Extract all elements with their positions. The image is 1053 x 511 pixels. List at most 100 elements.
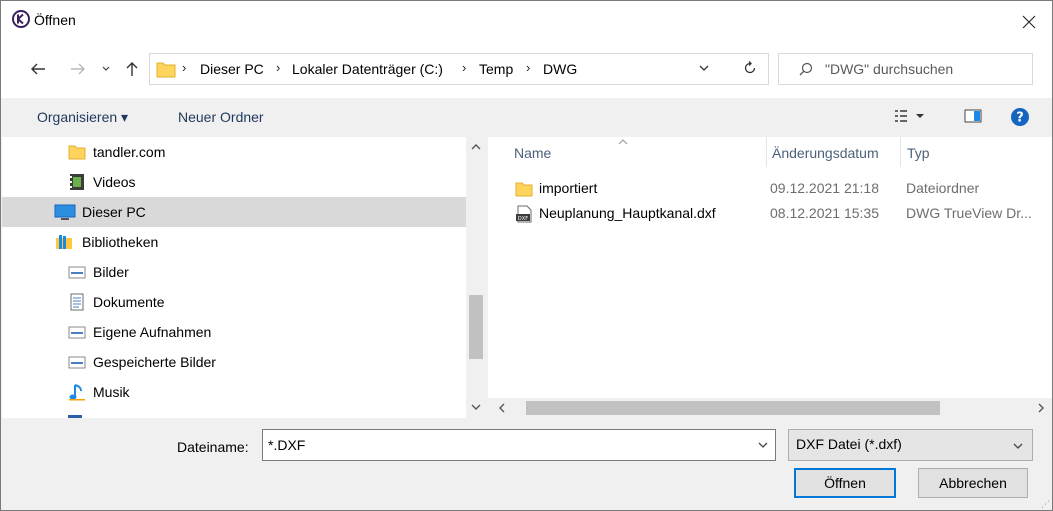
nav-item-label: tandler.com [93,144,166,160]
breadcrumb-dieser-pc[interactable]: Dieser PC [200,61,264,77]
library-icon [56,235,72,249]
chevron-down-icon [102,66,110,71]
chevron-left-icon [499,403,505,413]
computer-icon [54,204,76,220]
arrow-left-icon [31,63,45,75]
nav-item-tandler[interactable]: tandler.com [2,137,466,167]
nav-item-label: Bilder [93,264,129,280]
file-type: Dateiordner [906,180,980,196]
refresh-icon[interactable] [742,60,758,76]
breadcrumb-separator: › [276,60,281,75]
title-bar: Öffnen [1,1,1052,43]
search-placeholder: "DWG" durchsuchen [825,61,954,77]
breadcrumb-lokaler-datentraeger[interactable]: Lokaler Datenträger (C:) [292,61,443,77]
column-divider[interactable] [900,137,901,167]
arrow-up-icon [126,62,138,76]
breadcrumb-separator: › [462,60,467,75]
column-header-date[interactable]: Änderungsdatum [772,145,879,161]
nav-item-dokumente[interactable]: Dokumente [2,287,466,317]
help-button[interactable]: ? [1010,107,1030,130]
window-title: Öffnen [34,12,76,28]
video-icon [70,174,84,190]
nav-item-label: Musik [93,384,130,400]
breadcrumb-dwg[interactable]: DWG [543,61,577,77]
file-name: Neuplanung_Hauptkanal.dxf [539,205,716,221]
close-button[interactable] [1006,1,1052,43]
address-row: › Dieser PC › Lokaler Datenträger (C:) ›… [1,43,1052,98]
nav-item-dieser-pc[interactable]: Dieser PC [2,197,466,227]
nav-item-label: Dieser PC [82,204,146,220]
file-type-filter-value: DXF Datei (*.dxf) [796,436,902,452]
address-bar[interactable]: › Dieser PC › Lokaler Datenträger (C:) ›… [149,53,769,85]
new-folder-button[interactable]: Neuer Ordner [178,109,264,125]
preview-pane-icon [964,109,982,123]
filename-value: *.DXF [268,437,306,453]
folder-icon [68,145,86,160]
picture-icon [68,356,86,369]
nav-item-bilder[interactable]: Bilder [2,257,466,287]
resize-grip-icon[interactable]: ⋰ [1041,499,1050,510]
forward-button[interactable] [67,58,89,80]
command-bar: Organisieren ▾ Neuer Ordner ? [1,98,1052,137]
file-row[interactable]: DXF Neuplanung_Hauptkanal.dxf 08.12.2021… [488,202,1052,226]
scrollbar-thumb[interactable] [469,295,483,359]
nav-item-gespeicherte-bilder[interactable]: Gespeicherte Bilder [2,347,466,377]
chevron-down-icon [1013,443,1023,449]
help-icon: ? [1011,108,1029,126]
nav-item-label: Bibliotheken [82,234,159,250]
nav-item-label: Videos [93,174,136,190]
nav-item-eigene-aufnahmen[interactable]: Eigene Aufnahmen [2,317,466,347]
app-logo-icon [12,10,30,28]
preview-pane-button[interactable] [964,108,982,127]
column-divider[interactable] [766,137,767,167]
scroll-up-button[interactable] [466,139,486,155]
svg-text:DXF: DXF [518,216,528,222]
scroll-left-button[interactable] [492,398,512,418]
open-file-dialog: Öffnen › Dieser PC › Lokaler Datenträger… [0,0,1053,511]
navigation-vertical-scrollbar[interactable] [466,137,486,418]
scrollbar-thumb[interactable] [526,401,940,415]
dxf-file-icon: DXF [516,205,532,223]
folder-icon [515,182,533,197]
nav-item-bibliotheken[interactable]: Bibliotheken [2,227,466,257]
sort-ascending-icon [618,137,628,148]
file-date: 08.12.2021 15:35 [770,205,879,221]
file-row[interactable]: importiert 09.12.2021 21:18 Dateiordner [488,177,1052,201]
breadcrumb-separator: › [526,60,531,75]
recent-locations-button[interactable] [95,58,117,80]
file-type-filter-select[interactable]: DXF Datei (*.dxf) [788,429,1033,461]
back-button[interactable] [27,58,49,80]
search-input[interactable]: "DWG" durchsuchen [778,53,1033,85]
chevron-up-icon [471,144,481,150]
dialog-footer: Dateiname: *.DXF DXF Datei (*.dxf) Öffne… [1,418,1052,510]
chevron-down-icon[interactable] [698,61,710,75]
close-icon [1022,15,1036,29]
column-header-type[interactable]: Typ [907,145,930,161]
arrow-right-icon [71,63,85,75]
nav-item-videos[interactable]: Videos [2,167,466,197]
organize-button[interactable]: Organisieren ▾ [37,109,128,126]
breadcrumb-temp[interactable]: Temp [479,61,513,77]
details-view-icon [895,110,924,122]
chevron-down-icon[interactable] [757,439,769,451]
document-icon [70,293,84,311]
filename-input[interactable]: *.DXF [262,429,776,461]
scroll-right-button[interactable] [1031,398,1051,418]
search-icon [799,62,813,76]
picture-icon [68,266,86,279]
filename-label: Dateiname: [177,439,249,455]
folder-icon [156,62,176,78]
cancel-button[interactable]: Abbrechen [918,468,1028,498]
picture-icon [68,326,86,339]
column-header-name[interactable]: Name [514,145,551,161]
open-button[interactable]: Öffnen [794,468,896,498]
file-list-horizontal-scrollbar[interactable] [488,398,1052,418]
scroll-down-button[interactable] [466,399,486,415]
view-options-button[interactable] [894,108,928,127]
file-name: importiert [539,180,598,196]
svg-text:?: ? [1016,111,1024,126]
up-button[interactable] [121,58,143,80]
nav-item-musik[interactable]: Musik [2,377,466,407]
nav-item-partial [2,407,466,418]
chevron-right-icon [1038,403,1044,413]
